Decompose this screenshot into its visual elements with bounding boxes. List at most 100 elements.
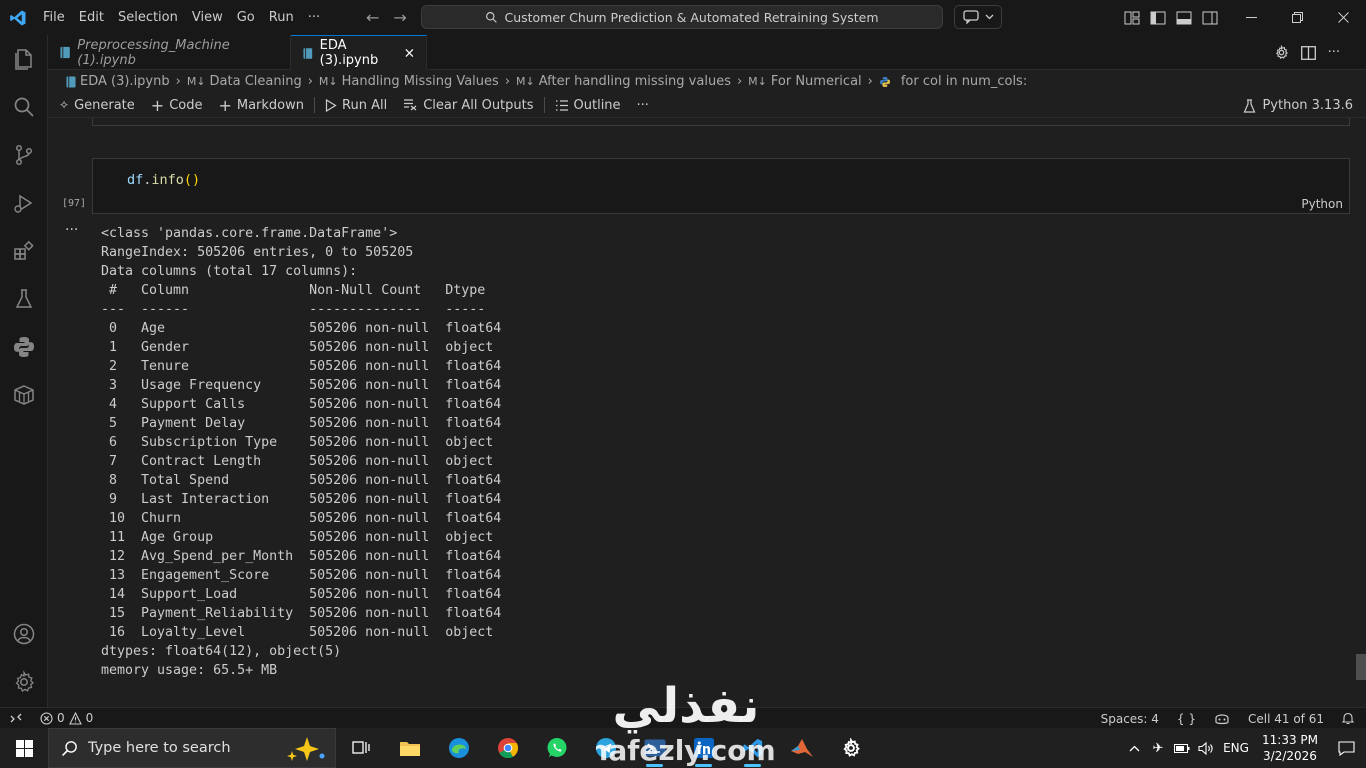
notebook-file-icon	[303, 47, 313, 59]
terminal-app[interactable]	[630, 728, 679, 768]
explorer-icon[interactable]	[0, 35, 48, 83]
notifications-bell-icon[interactable]	[1342, 712, 1354, 725]
battery-icon[interactable]	[1170, 728, 1194, 768]
output-actions-icon[interactable]: ···	[65, 222, 78, 238]
problems-indicator[interactable]: 0 0	[40, 711, 93, 725]
forward-arrow-icon[interactable]: →	[393, 8, 406, 27]
tab-eda-notebook[interactable]: EDA (3).ipynb	[291, 35, 427, 70]
source-control-icon[interactable]	[0, 131, 48, 179]
toolbar-divider	[543, 97, 545, 113]
accounts-icon[interactable]	[0, 610, 48, 658]
more-actions-icon[interactable]: ···	[1328, 45, 1340, 60]
tab-preprocessing-notebook[interactable]: Preprocessing_Machine (1).ipynb	[48, 35, 291, 70]
run-and-debug-icon[interactable]	[0, 179, 48, 227]
remote-indicator[interactable]	[0, 708, 32, 729]
minimize-icon	[1245, 16, 1257, 18]
minimize-button[interactable]	[1228, 0, 1274, 35]
toggle-panel-icon[interactable]	[1176, 11, 1192, 25]
menu-run[interactable]: Run	[262, 0, 301, 35]
close-window-button[interactable]	[1320, 0, 1366, 35]
back-arrow-icon[interactable]: ←	[366, 8, 379, 27]
menu-edit[interactable]: Edit	[72, 0, 111, 35]
scrollbar-thumb[interactable]	[1356, 654, 1366, 680]
extensions-icon[interactable]	[0, 227, 48, 275]
split-editor-icon[interactable]	[1300, 45, 1316, 60]
warning-icon	[68, 711, 82, 725]
customize-layout-icon[interactable]	[1124, 11, 1140, 25]
remote-icon	[10, 713, 22, 723]
input-language-indicator[interactable]: ENG	[1218, 728, 1254, 768]
copilot-icon	[962, 10, 979, 24]
add-markdown-cell-button[interactable]: + Markdown	[218, 96, 304, 115]
add-code-cell-button[interactable]: + Code	[151, 96, 203, 115]
breadcrumb-numerical[interactable]: M↓ For Numerical	[748, 74, 861, 89]
cell-language-label[interactable]: Python	[1301, 197, 1343, 211]
breadcrumb-file[interactable]: EDA (3).ipynb	[66, 74, 170, 89]
settings-app[interactable]	[826, 728, 875, 768]
kernel-label: Python 3.13.6	[1262, 98, 1353, 113]
vscode-icon	[742, 738, 762, 758]
vscode-app[interactable]	[728, 728, 777, 768]
edge-app[interactable]	[434, 728, 483, 768]
telegram-app[interactable]	[581, 728, 630, 768]
copilot-button[interactable]	[954, 5, 1002, 29]
output-table-row: 11 Age Group 505206 non-null object	[101, 530, 502, 545]
outline-button[interactable]: Outline	[555, 98, 621, 113]
menu-file[interactable]: File	[36, 0, 72, 35]
command-center-label: Customer Churn Prediction & Automated Re…	[504, 9, 879, 25]
breadcrumb-code-cell[interactable]: for col in num_cols:	[879, 74, 1027, 89]
close-tab-icon[interactable]	[405, 48, 414, 58]
command-center[interactable]: Customer Churn Prediction & Automated Re…	[421, 5, 943, 29]
menu-selection[interactable]: Selection	[111, 0, 185, 35]
cell-output: <class 'pandas.core.frame.DataFrame'> Ran…	[101, 224, 501, 680]
testing-flask-icon[interactable]	[0, 275, 48, 323]
breadcrumb-missing-values[interactable]: M↓ Handling Missing Values	[319, 74, 499, 89]
python-icon	[879, 76, 890, 87]
toggle-secondary-sidebar-icon[interactable]	[1202, 11, 1218, 25]
search-icon[interactable]	[0, 83, 48, 131]
taskbar-search[interactable]: Type here to search	[48, 728, 336, 768]
menu-more[interactable]: ···	[301, 0, 327, 35]
indentation-indicator[interactable]: Spaces: 4	[1101, 712, 1159, 726]
volume-icon[interactable]	[1194, 728, 1218, 768]
breadcrumb-data-cleaning[interactable]: M↓ Data Cleaning	[187, 74, 302, 89]
linkedin-app[interactable]	[679, 728, 728, 768]
chevron-right-icon: ›	[867, 74, 873, 89]
file-explorer-app[interactable]	[385, 728, 434, 768]
containers-icon[interactable]	[0, 371, 48, 419]
toggle-primary-sidebar-icon[interactable]	[1150, 11, 1166, 25]
airplane-icon[interactable]: ✈	[1146, 728, 1170, 768]
clear-all-outputs-button[interactable]: Clear All Outputs	[403, 98, 534, 113]
chrome-app[interactable]	[483, 728, 532, 768]
output-table-row: 13 Engagement_Score 505206 non-null floa…	[101, 568, 502, 583]
more-toolbar-actions[interactable]: ···	[637, 98, 649, 113]
taskbar-clock[interactable]: 11:33 PM 3/2/2026	[1254, 732, 1326, 764]
menu-view[interactable]: View	[185, 0, 230, 35]
cell-position-indicator[interactable]: Cell 41 of 61	[1248, 712, 1324, 726]
start-button[interactable]	[0, 728, 48, 768]
settings-gear-icon	[842, 738, 860, 757]
chrome-icon	[497, 738, 518, 759]
code-editor[interactable]: df.info()	[127, 172, 200, 188]
restore-button[interactable]	[1274, 0, 1320, 35]
task-view-button[interactable]	[336, 728, 385, 768]
menu-go[interactable]: Go	[230, 0, 262, 35]
kernel-picker[interactable]: Python 3.13.6	[1243, 93, 1353, 118]
whatsapp-app[interactable]	[532, 728, 581, 768]
settings-gear-icon[interactable]	[0, 658, 48, 706]
copilot-status-icon[interactable]	[1214, 712, 1230, 725]
toolbar-divider	[314, 97, 316, 113]
python-icon[interactable]	[0, 323, 48, 371]
notification-center-button[interactable]	[1326, 728, 1366, 768]
output-table-divider: --- ------ -------------- -----	[101, 302, 502, 317]
run-all-button[interactable]: Run All	[325, 98, 387, 113]
notebook-settings-gear-icon[interactable]	[1274, 45, 1289, 60]
breadcrumb-after-missing[interactable]: M↓ After handling missing values	[516, 74, 731, 89]
language-mode-indicator[interactable]: { }	[1177, 712, 1196, 726]
matlab-app[interactable]	[777, 728, 826, 768]
show-hidden-icons-button[interactable]	[1122, 728, 1146, 768]
generate-button[interactable]: ✧ Generate	[59, 98, 135, 113]
code-cell[interactable]: df.info() Python	[92, 158, 1350, 214]
search-icon	[486, 11, 498, 23]
previous-cell[interactable]	[92, 118, 1350, 126]
